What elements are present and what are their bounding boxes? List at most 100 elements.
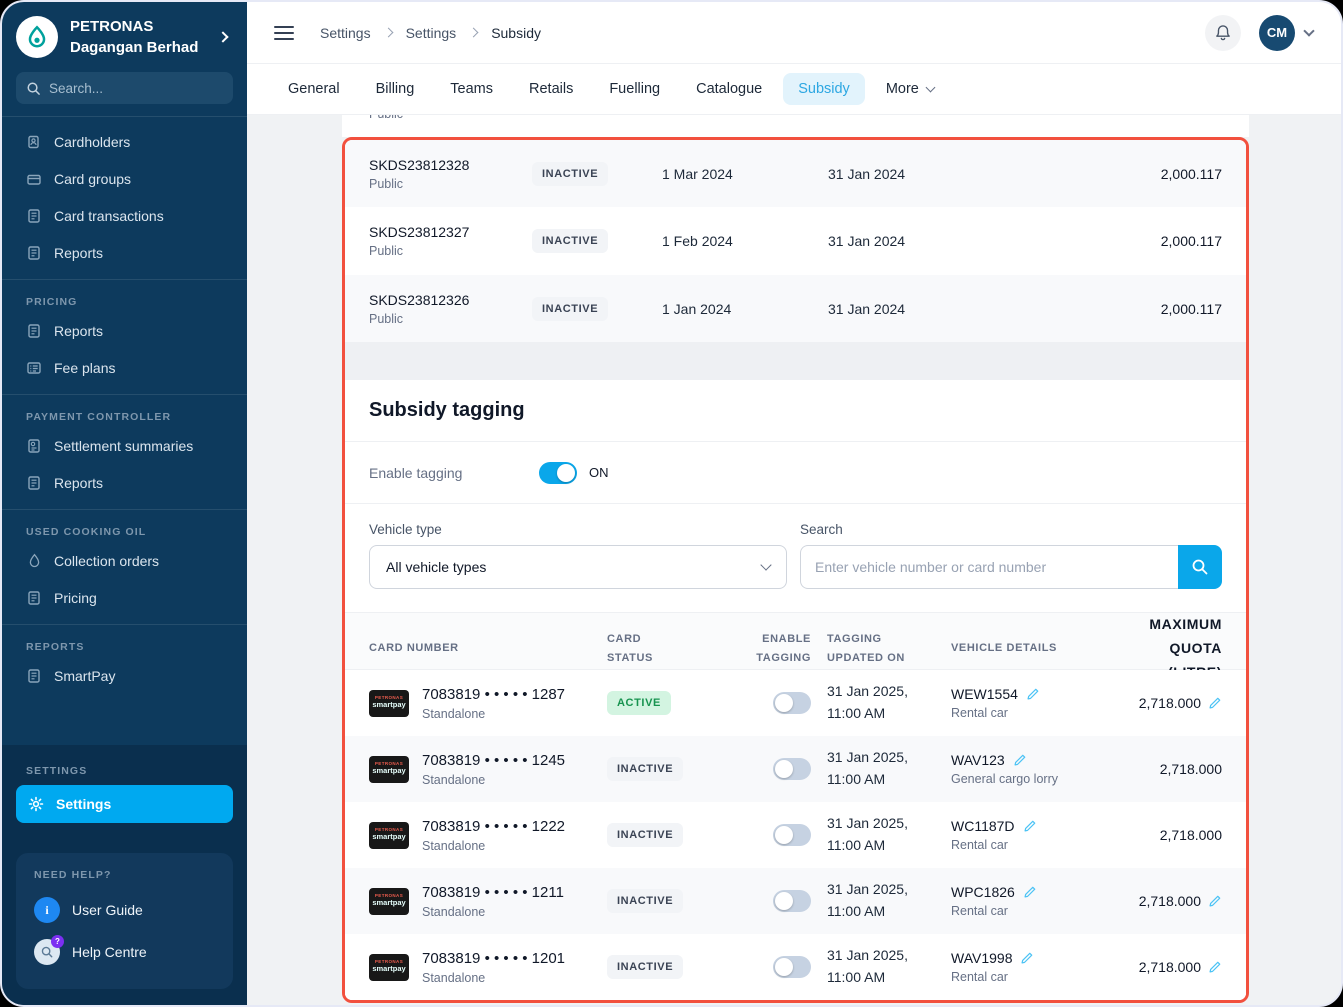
tab-billing[interactable]: Billing (361, 73, 430, 105)
smartpay-report-icon (26, 668, 42, 684)
vehicle-type: Rental car (951, 904, 1108, 918)
status-badge: INACTIVE (607, 823, 683, 847)
settings-zone: SETTINGS Settings NEED HELP? i User Guid… (2, 745, 247, 1005)
sidebar-item-smartpay[interactable]: SmartPay (2, 657, 247, 694)
user-guide-link[interactable]: i User Guide (28, 889, 221, 931)
edit-vehicle-icon[interactable] (1023, 819, 1037, 833)
edit-vehicle-icon[interactable] (1013, 753, 1027, 767)
gear-icon (28, 796, 44, 812)
table-row[interactable]: SKDS23812326Public INACTIVE 1 Jan 2024 3… (345, 275, 1246, 342)
edit-quota-icon[interactable] (1208, 894, 1222, 908)
toggle-state-label: ON (589, 465, 609, 480)
status-badge: INACTIVE (532, 229, 608, 253)
row-tagging-toggle[interactable] (773, 824, 811, 846)
search-button[interactable] (1178, 545, 1222, 589)
section-label-reports: REPORTS (2, 631, 247, 657)
brand[interactable]: PETRONAS Dagangan Berhad (2, 2, 247, 70)
sidebar-collapse-chevron-icon[interactable] (217, 31, 228, 42)
scheme-start-date: 1 Jan 2024 (662, 301, 828, 317)
reports-icon (26, 475, 42, 491)
table-row[interactable]: PETRONASsmartpay 7083819 • • • • • 1201S… (345, 934, 1246, 1000)
status-badge: INACTIVE (532, 162, 608, 186)
max-quota: 2,718.000 (1160, 827, 1222, 843)
tab-more[interactable]: More (871, 73, 949, 105)
top-header: Settings Settings Subsidy CM (247, 2, 1341, 64)
sidebar-item-settings[interactable]: Settings (16, 785, 233, 823)
scheme-end-date: 31 Jan 2024 (828, 166, 1038, 182)
vehicle-search-input[interactable] (800, 545, 1178, 589)
notifications-button[interactable] (1205, 15, 1241, 51)
sidebar-item-cardholders[interactable]: Cardholders (2, 123, 247, 160)
sidebar-item-label: Reports (54, 245, 103, 261)
edit-vehicle-icon[interactable] (1026, 687, 1040, 701)
tab-teams[interactable]: Teams (435, 73, 508, 105)
sidebar-item-settlement-summaries[interactable]: Settlement summaries (2, 427, 247, 464)
sidebar-item-collection-orders[interactable]: Collection orders (2, 542, 247, 579)
sidebar-item-reports[interactable]: Reports (2, 234, 247, 271)
column-header: CARD STATUS (607, 630, 735, 667)
vehicle-number: WPC1826 (951, 884, 1015, 900)
section-gap (345, 342, 1246, 380)
tab-general[interactable]: General (273, 73, 355, 105)
tab-subsidy[interactable]: Subsidy (783, 73, 865, 105)
sidebar-item-label: Pricing (54, 590, 97, 606)
vehicle-type-select[interactable]: All vehicle types (369, 545, 787, 589)
scheme-end-date: 31 Jan 2024 (828, 233, 1038, 249)
help-centre-icon: ? (34, 939, 60, 965)
droplet-icon (26, 553, 42, 569)
sidebar-item-label: Card transactions (54, 208, 164, 224)
help-centre-link[interactable]: ? Help Centre (28, 931, 221, 973)
scheme-code: SKDS23812326 (369, 292, 532, 308)
table-row[interactable]: PETRONASsmartpay 7083819 • • • • • 1211S… (345, 868, 1246, 934)
sidebar-item-fee-plans[interactable]: Fee plans (2, 349, 247, 386)
card-type: Standalone (422, 839, 565, 853)
avatar[interactable]: CM (1259, 15, 1295, 51)
chevron-down-icon[interactable] (1303, 25, 1314, 36)
card-number: 7083819 • • • • • 1287 (422, 686, 565, 703)
table-row[interactable]: SKDS23812327Public INACTIVE 1 Feb 2024 3… (345, 207, 1246, 274)
edit-vehicle-icon[interactable] (1020, 951, 1034, 965)
card-type: Standalone (422, 905, 564, 919)
row-tagging-toggle[interactable] (773, 692, 811, 714)
tab-fuelling[interactable]: Fuelling (594, 73, 675, 105)
sidebar-item-label: Fee plans (54, 360, 115, 376)
edit-vehicle-icon[interactable] (1023, 885, 1037, 899)
card-number: 7083819 • • • • • 1201 (422, 950, 565, 967)
section-label-pricing: PRICING (2, 286, 247, 312)
breadcrumb-item[interactable]: Settings (320, 25, 371, 41)
sidebar-item-card-transactions[interactable]: Card transactions (2, 197, 247, 234)
card-transactions-icon (26, 208, 42, 224)
tab-catalogue[interactable]: Catalogue (681, 73, 777, 105)
column-header: VEHICLE DETAILS (951, 639, 1108, 658)
sidebar-search-input[interactable] (49, 81, 223, 96)
search-label: Search (800, 522, 1222, 537)
chevron-right-icon (469, 28, 479, 38)
fee-plans-icon (26, 360, 42, 376)
vehicle-type: Rental car (951, 838, 1108, 852)
enable-tagging-toggle[interactable] (539, 462, 577, 484)
sidebar-item-uco-pricing[interactable]: Pricing (2, 579, 247, 616)
sidebar-item-label: Reports (54, 323, 103, 339)
row-tagging-toggle[interactable] (773, 758, 811, 780)
column-header: ENABLE TAGGING (756, 630, 811, 667)
table-row[interactable]: PETRONASsmartpay 7083819 • • • • • 1222S… (345, 802, 1246, 868)
sidebar-item-payment-reports[interactable]: Reports (2, 464, 247, 501)
column-header: CARD NUMBER (369, 639, 607, 658)
tagging-updated-on: 31 Jan 2025, 11:00 AM (811, 945, 951, 988)
row-tagging-toggle[interactable] (773, 956, 811, 978)
sidebar-search[interactable] (16, 72, 233, 104)
breadcrumb-item[interactable]: Settings (406, 25, 457, 41)
edit-quota-icon[interactable] (1208, 960, 1222, 974)
sidebar-item-pricing-reports[interactable]: Reports (2, 312, 247, 349)
row-tagging-toggle[interactable] (773, 890, 811, 912)
scheme-code: SKDS23812327 (369, 224, 532, 240)
tab-retails[interactable]: Retails (514, 73, 588, 105)
vehicle-type: Rental car (951, 706, 1108, 720)
hamburger-menu-icon[interactable] (274, 26, 294, 40)
chevron-down-icon (760, 559, 771, 570)
sidebar-item-card-groups[interactable]: Card groups (2, 160, 247, 197)
edit-quota-icon[interactable] (1208, 696, 1222, 710)
table-row[interactable]: PETRONASsmartpay 7083819 • • • • • 1245S… (345, 736, 1246, 802)
table-row[interactable]: PETRONASsmartpay 7083819 • • • • • 1287S… (345, 670, 1246, 736)
table-row[interactable]: SKDS23812328Public INACTIVE 1 Mar 2024 3… (345, 140, 1246, 207)
